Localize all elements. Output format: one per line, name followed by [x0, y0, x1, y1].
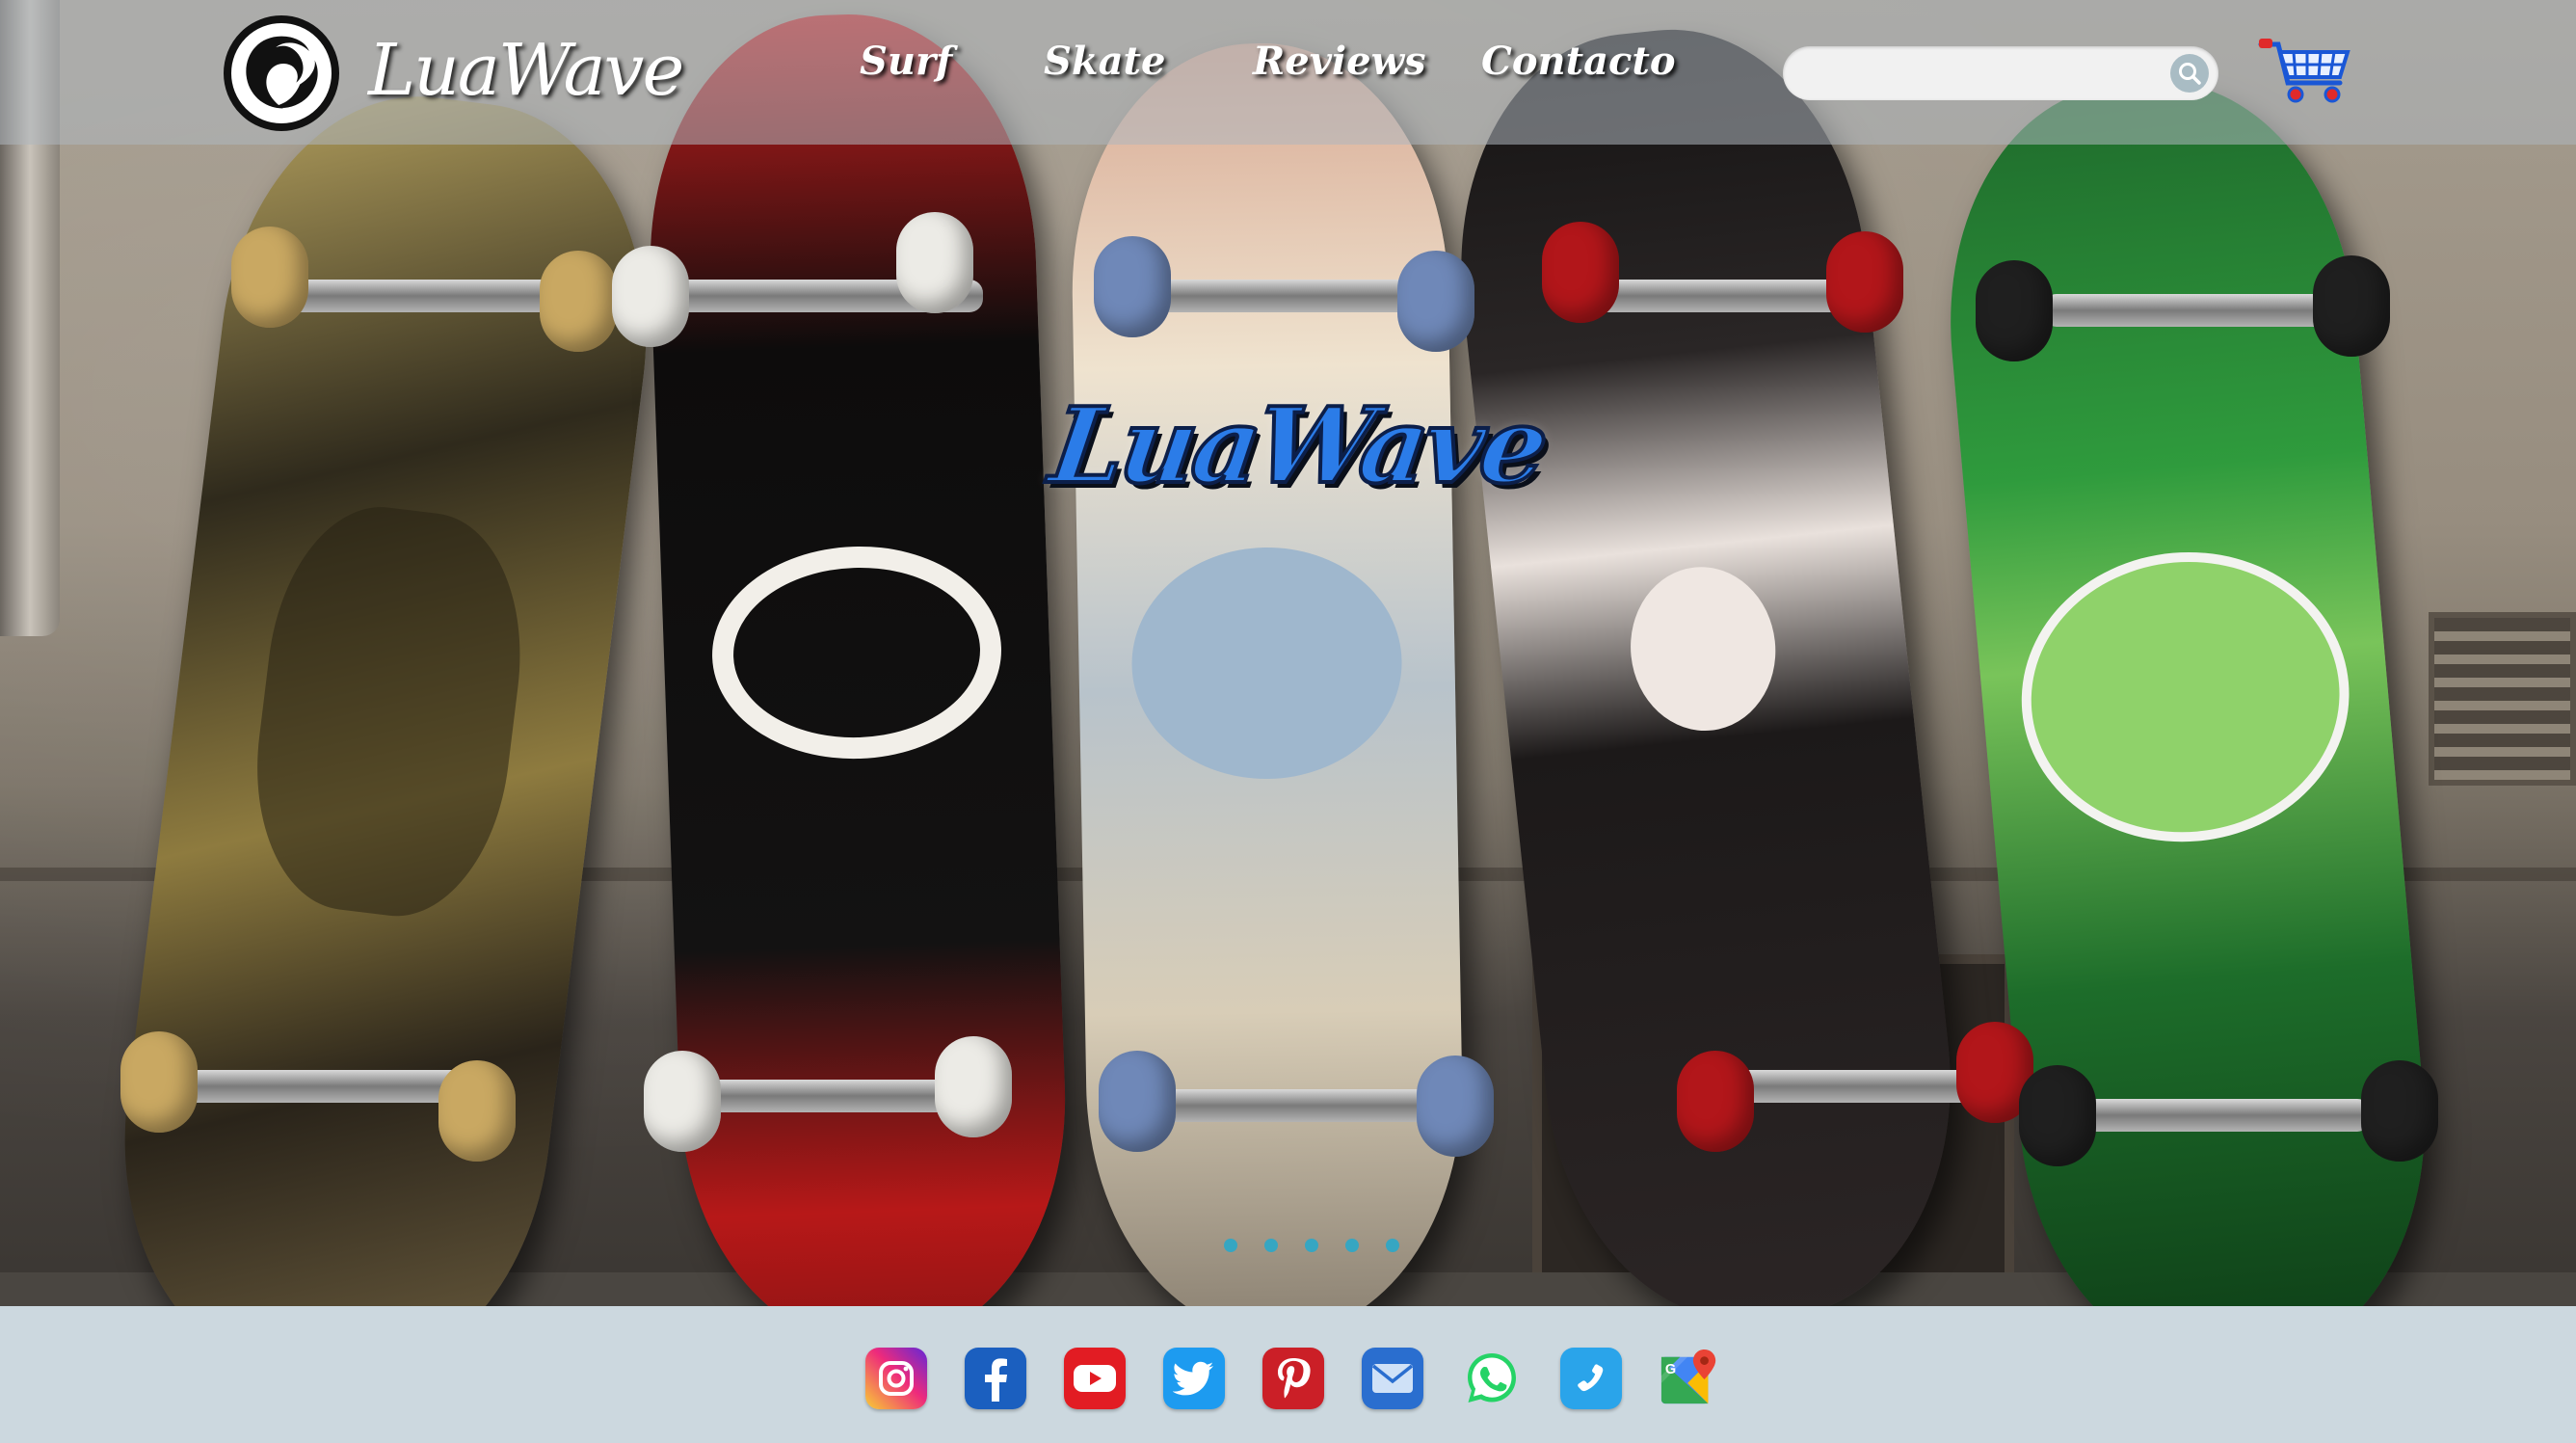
wheel — [231, 227, 308, 328]
search-button[interactable] — [2170, 54, 2209, 93]
youtube-icon — [1074, 1365, 1116, 1392]
truck — [2043, 294, 2342, 327]
nav-item-surf[interactable]: Surf — [860, 39, 952, 84]
wheel — [1417, 1056, 1494, 1157]
social-links: G — [865, 1348, 1721, 1409]
wheel — [2019, 1065, 2096, 1166]
wheel — [2313, 255, 2390, 357]
shopping-cart-button[interactable] — [2257, 37, 2353, 106]
brand-wordmark[interactable]: LuaWave — [368, 29, 684, 120]
wheel — [1976, 260, 2053, 361]
phone-icon — [1578, 1364, 1604, 1392]
wheel — [1099, 1051, 1176, 1152]
wheel — [540, 251, 617, 352]
truck — [2072, 1099, 2371, 1132]
instagram-icon — [879, 1361, 914, 1396]
facebook-icon — [985, 1358, 1007, 1402]
search-box — [1783, 46, 2218, 100]
google-maps-icon: G — [1660, 1349, 1716, 1404]
pinterest-link[interactable] — [1262, 1348, 1324, 1409]
nav-item-skate[interactable]: Skate — [1044, 39, 1165, 84]
maps-link[interactable]: G — [1660, 1348, 1721, 1409]
nav-item-contacto[interactable]: Contacto — [1481, 39, 1676, 84]
wheel — [1826, 231, 1903, 333]
brand-logo-icon[interactable] — [224, 15, 339, 131]
wheel — [1397, 251, 1474, 352]
carousel-dot-3[interactable] — [1305, 1239, 1318, 1252]
svg-text:G: G — [1665, 1362, 1676, 1377]
site-header: LuaWave Surf Skate Reviews Contacto — [0, 0, 2576, 145]
carousel-dot-2[interactable] — [1264, 1239, 1278, 1252]
wheel — [1542, 222, 1619, 323]
wheel — [612, 246, 689, 347]
twitter-icon — [1173, 1361, 1213, 1396]
search-input[interactable] — [1804, 54, 2151, 93]
wheel — [644, 1051, 721, 1152]
whatsapp-icon — [1468, 1353, 1516, 1403]
youtube-link[interactable] — [1064, 1348, 1126, 1409]
phone-link[interactable] — [1560, 1348, 1622, 1409]
facebook-link[interactable] — [965, 1348, 1026, 1409]
pinterest-icon — [1278, 1358, 1311, 1399]
carousel-dot-1[interactable] — [1224, 1239, 1237, 1252]
wheel — [438, 1060, 516, 1162]
wheel — [935, 1036, 1012, 1137]
email-link[interactable] — [1362, 1348, 1423, 1409]
wheel — [1094, 236, 1171, 337]
wheel — [896, 212, 973, 313]
wave-icon — [246, 36, 318, 109]
twitter-link[interactable] — [1163, 1348, 1225, 1409]
wheel — [2361, 1060, 2438, 1162]
wheel — [120, 1031, 198, 1133]
mail-icon — [1371, 1364, 1414, 1393]
carousel-indicators — [1224, 1239, 1399, 1252]
wheel — [1677, 1051, 1754, 1152]
wall-vent — [2429, 612, 2576, 786]
carousel-dot-5[interactable] — [1386, 1239, 1399, 1252]
truck — [1137, 1089, 1455, 1122]
instagram-link[interactable] — [865, 1348, 927, 1409]
search-icon — [2179, 63, 2201, 85]
nav-item-reviews[interactable]: Reviews — [1253, 39, 1426, 84]
hero-logo-title: LuaWave — [1042, 384, 1554, 509]
whatsapp-link[interactable] — [1461, 1348, 1523, 1409]
shopping-cart-icon — [2258, 39, 2350, 103]
hero-banner: LuaWave — [0, 0, 2576, 1306]
truck — [1137, 280, 1436, 312]
carousel-dot-4[interactable] — [1345, 1239, 1359, 1252]
